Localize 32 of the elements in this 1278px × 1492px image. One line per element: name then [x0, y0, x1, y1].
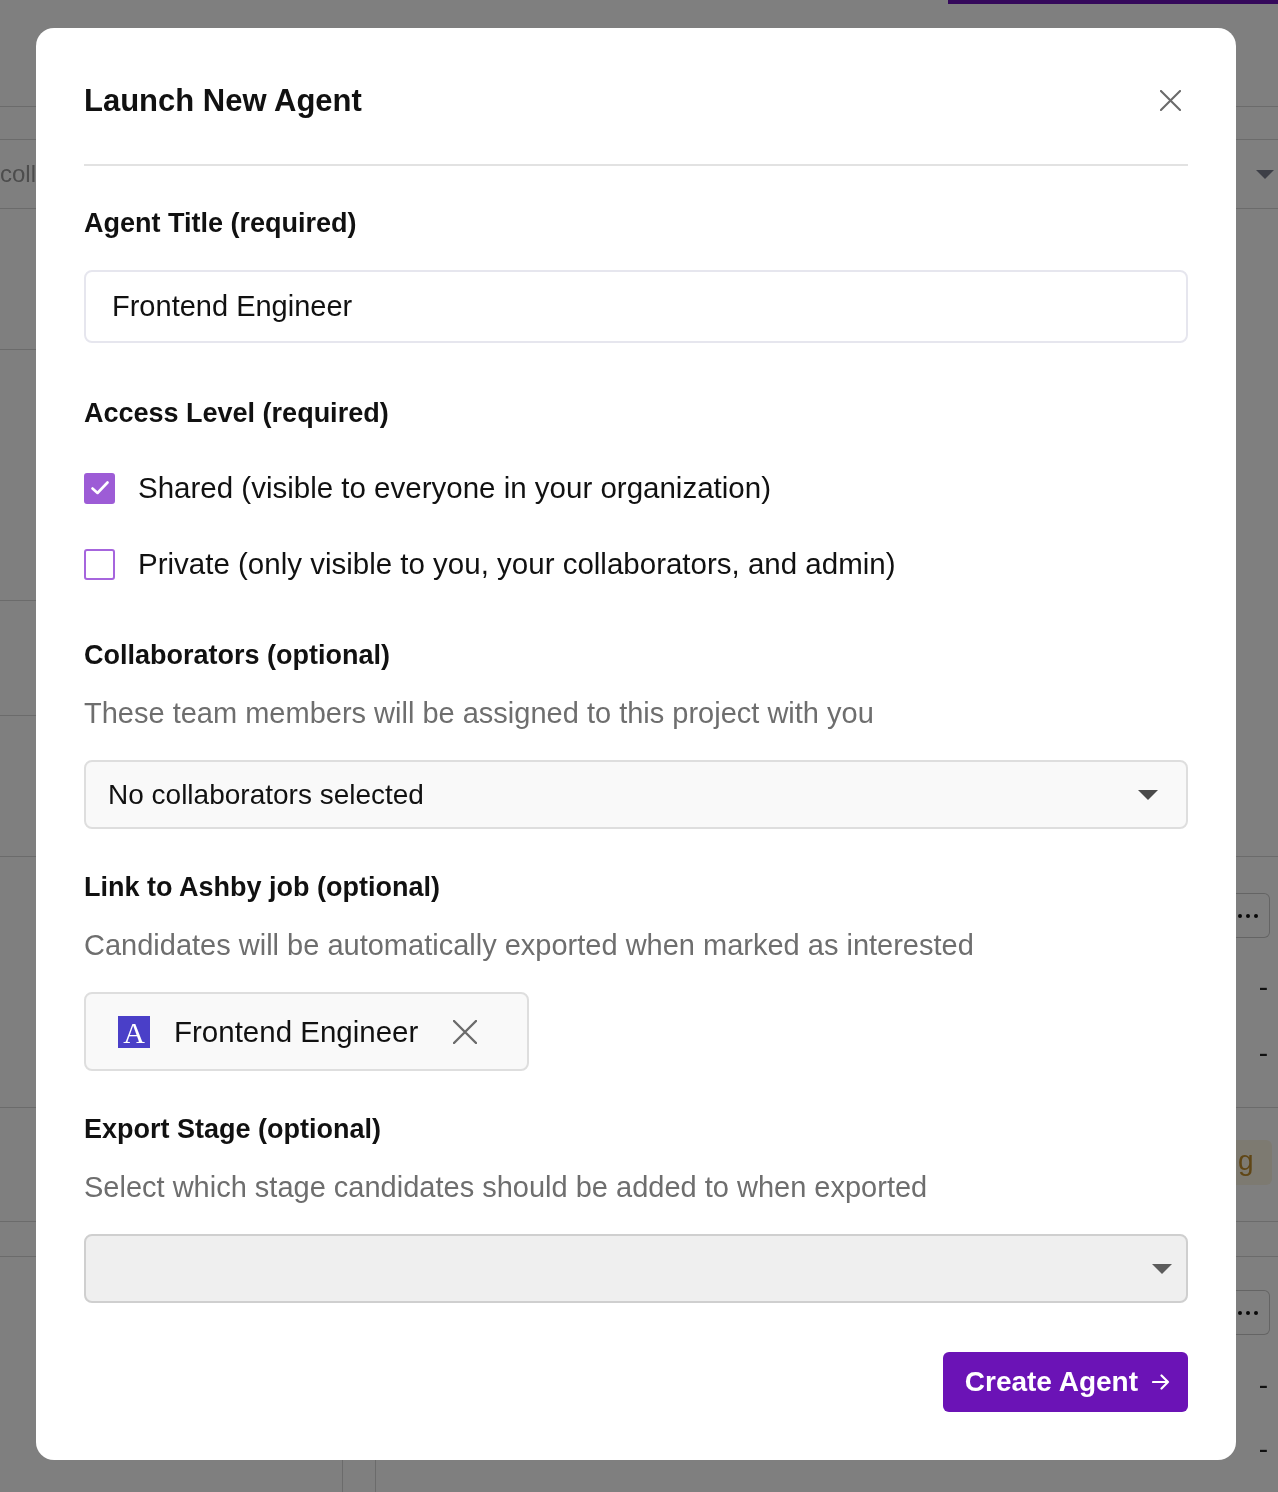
ellipsis-icon: [1238, 1310, 1258, 1315]
arrow-right-icon: [1152, 1373, 1170, 1391]
field-label: Access Level (required): [84, 397, 389, 429]
checkbox-label[interactable]: Private (only visible to you, your collaborators, and admin): [138, 546, 896, 582]
field-description: Candidates will be automatically exported when marked as interested: [84, 929, 974, 961]
caret-icon: [1152, 1263, 1172, 1274]
close-icon[interactable]: [453, 1019, 478, 1044]
checkbox[interactable]: [84, 548, 115, 580]
field-description: Select which stage candidates should be added to when exported: [84, 1171, 928, 1203]
dropdown-field[interactable]: No collaborators selected: [84, 760, 1188, 829]
status-tag: g: [1236, 1140, 1272, 1185]
field-label: Agent Title (required): [84, 207, 357, 239]
field-label: Link to Ashby job (optional): [84, 871, 440, 903]
field-label: Collaborators (optional): [84, 639, 390, 671]
field-label: Export Stage (optional): [84, 1113, 381, 1145]
text-field[interactable]: Frontend Engineer: [84, 270, 1188, 343]
create-agent-button[interactable]: Create Agent: [942, 1352, 1188, 1412]
dialog-title: Launch New Agent: [84, 83, 362, 119]
checkbox-label[interactable]: Shared (visible to everyone in your organization): [138, 470, 771, 506]
field-description: These team members will be assigned to this project with you: [84, 697, 874, 729]
check-icon: [90, 481, 109, 495]
job-title: Frontend Engineer: [174, 1014, 419, 1049]
caret-icon[interactable]: [1256, 169, 1274, 179]
checkbox[interactable]: [84, 472, 115, 504]
close-icon[interactable]: [1160, 90, 1181, 111]
table-cell: -: [1258, 1371, 1268, 1399]
table-cell: -: [1258, 1435, 1268, 1463]
job-logo: A: [118, 1015, 150, 1048]
caret-icon: [1138, 789, 1158, 800]
table-cell: -: [1258, 973, 1268, 1001]
ellipsis-icon: [1238, 913, 1258, 918]
table-cell: -: [1258, 1039, 1268, 1067]
